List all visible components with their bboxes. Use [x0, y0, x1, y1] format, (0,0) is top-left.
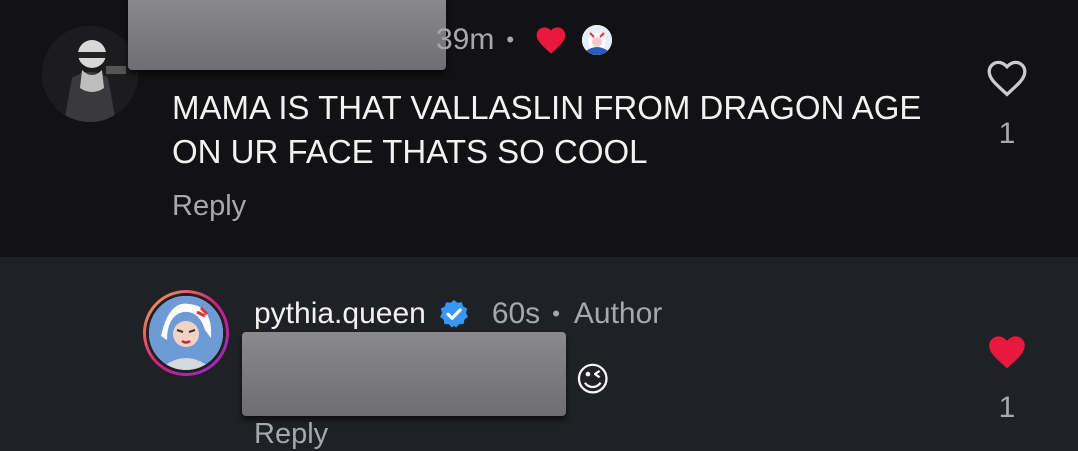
reply-timestamp: 60s [491, 297, 541, 330]
author-avatar[interactable] [143, 290, 229, 376]
verified-badge-icon [439, 300, 468, 328]
author-avatar-photo [146, 293, 226, 373]
meta-separator: • [506, 27, 515, 52]
commenter-avatar[interactable] [42, 26, 138, 122]
like-count: 1 [998, 391, 1016, 424]
author-avatar-photo-icon [149, 296, 223, 370]
comment-timestamp: 39m [436, 23, 495, 56]
comment-meta: 39m • [436, 20, 613, 60]
author-meta-row: pythia.queen 60s • Author [254, 294, 662, 334]
commenter-avatar-photo-icon [42, 26, 138, 122]
author-label: Author [573, 297, 663, 330]
like-control: 1 [977, 58, 1037, 151]
creator-mini-avatar [582, 25, 613, 55]
redacted-reply-text-block [242, 332, 566, 416]
meta-separator: • [552, 301, 560, 326]
heart-outline-icon[interactable] [985, 58, 1029, 98]
comment-item: 39m • MAMA IS THAT VALLASLIN FROM DRAGON… [0, 0, 1078, 257]
reply-button[interactable]: Reply [172, 190, 246, 223]
like-count: 1 [998, 117, 1016, 150]
like-control: 1 [977, 332, 1037, 425]
redacted-username-block [128, 0, 446, 70]
comment-text: MAMA IS THAT VALLASLIN FROM DRAGON AGE O… [172, 89, 922, 170]
wink-emoji: 😉 [575, 361, 611, 399]
author-username[interactable]: pythia.queen [254, 297, 426, 331]
creator-liked-heart-icon [536, 27, 566, 54]
creator-mini-avatar-icon [582, 25, 613, 55]
reply-button[interactable]: Reply [254, 418, 328, 451]
heart-filled-icon[interactable] [985, 332, 1029, 372]
